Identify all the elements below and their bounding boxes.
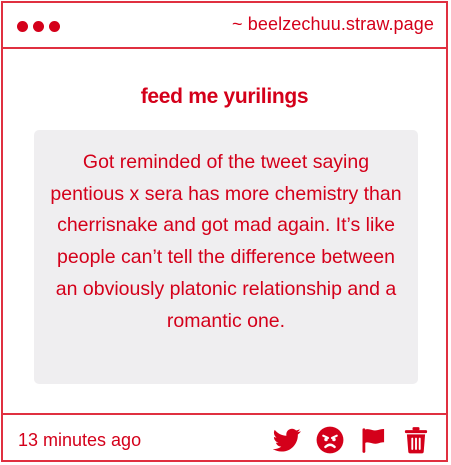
message-box: Got reminded of the tweet saying pentiou… — [34, 130, 418, 384]
flag-icon[interactable] — [359, 426, 387, 454]
post-card: ~ beelzechuu.straw.page feed me yuriling… — [1, 1, 448, 462]
title-bar: ~ beelzechuu.straw.page — [3, 3, 446, 49]
post-body: feed me yurilings Got reminded of the tw… — [3, 49, 446, 413]
trash-icon[interactable] — [402, 426, 430, 454]
post-footer: 13 minutes ago — [3, 413, 446, 464]
window-dot — [49, 21, 60, 32]
timestamp: 13 minutes ago — [18, 430, 142, 450]
page-prompt: feed me yurilings — [140, 85, 309, 108]
twitter-icon[interactable] — [273, 426, 301, 454]
angry-face-icon[interactable] — [316, 426, 344, 454]
window-dot — [33, 21, 44, 32]
action-bar — [273, 426, 430, 454]
window-dots — [17, 21, 60, 32]
window-dot — [17, 21, 28, 32]
site-link[interactable]: ~ beelzechuu.straw.page — [232, 14, 434, 35]
